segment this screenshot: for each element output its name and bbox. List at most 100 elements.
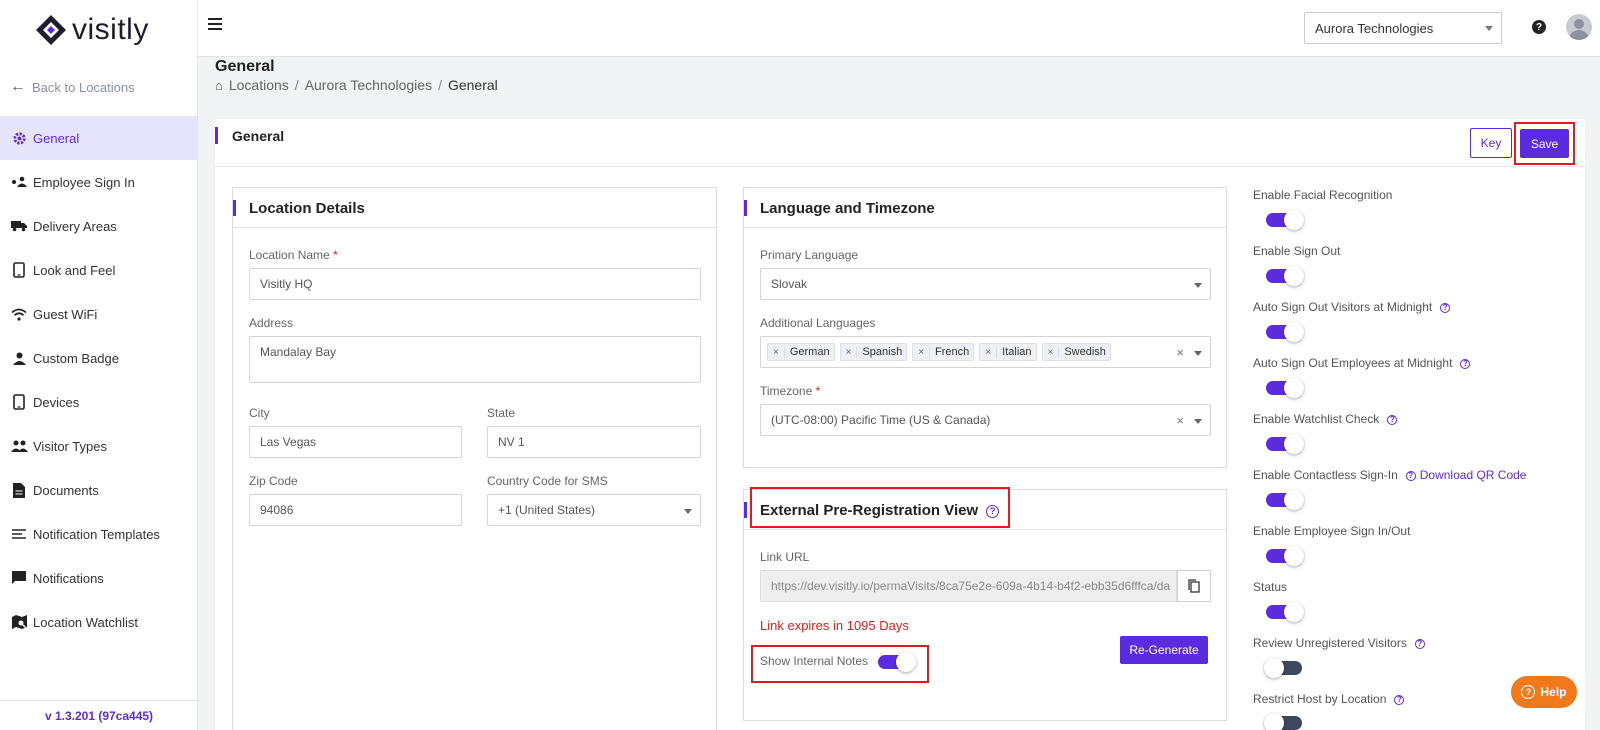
state-input[interactable]: NV 1	[487, 426, 701, 458]
timezone-select[interactable]: (UTC-08:00) Pacific Time (US & Canada) ×	[760, 404, 1211, 436]
link-url-input[interactable]: https://dev.visitly.io/permaVisits/8ca75…	[760, 570, 1177, 602]
breadcrumb-locations[interactable]: Locations	[229, 77, 289, 93]
sidebar-item-notification-templates[interactable]: Notification Templates	[0, 512, 198, 556]
contactless-signin-toggle[interactable]	[1266, 490, 1304, 510]
country-code-label: Country Code for SMS	[487, 474, 608, 488]
sidebar-item-delivery-areas[interactable]: Delivery Areas	[0, 204, 198, 248]
logo-mark-icon	[34, 13, 68, 47]
location-name-input[interactable]: Visitly HQ	[249, 268, 701, 300]
link-expiry-text: Link expires in 1095 Days	[760, 618, 909, 633]
help-circle-icon: ?	[1521, 685, 1536, 699]
breadcrumb-current: General	[447, 77, 498, 93]
sidebar-item-label: Delivery Areas	[33, 218, 117, 234]
employee-signin-toggle[interactable]	[1266, 546, 1304, 566]
remove-tag-icon[interactable]: ×	[913, 346, 931, 358]
facial-recognition-toggle[interactable]	[1266, 210, 1304, 230]
home-icon[interactable]: ⌂	[215, 78, 223, 93]
primary-language-value: Slovak	[771, 277, 808, 291]
address-textarea[interactable]: Mandalay Bay	[249, 336, 701, 383]
sidebar-item-label: Employee Sign In	[33, 174, 135, 190]
app-version: v 1.3.201 (97ca445)	[0, 700, 198, 730]
copy-icon	[1188, 579, 1200, 593]
sidebar-item-look-and-feel[interactable]: Look and Feel	[0, 248, 198, 292]
auto-signout-visitors-toggle[interactable]	[1266, 322, 1304, 342]
sidebar-item-label: Location Watchlist	[33, 614, 139, 630]
copy-link-button[interactable]	[1177, 570, 1211, 602]
help-circle-icon[interactable]: ?	[1414, 638, 1425, 649]
download-qr-code-link[interactable]: Download QR Code	[1420, 468, 1527, 482]
setting-label-with-help: Auto Sign Out Employees at Midnight?	[1253, 356, 1471, 370]
breadcrumb-org[interactable]: Aurora Technologies	[305, 77, 432, 93]
card-header: General Key Save	[215, 119, 1585, 167]
key-button[interactable]: Key	[1470, 128, 1512, 158]
topbar: Aurora Technologies ?	[198, 0, 1600, 57]
clear-icon[interactable]: ×	[1176, 413, 1184, 428]
city-input[interactable]: Las Vegas	[249, 426, 462, 458]
language-tag: × Swedish	[1041, 343, 1111, 361]
zip-input[interactable]: 94086	[249, 494, 462, 526]
sidebar-item-label: Visitor Types	[33, 438, 107, 454]
restrict-host-toggle[interactable]	[1264, 713, 1302, 730]
user-avatar[interactable]	[1566, 14, 1592, 40]
help-fab-label: Help	[1540, 685, 1567, 699]
regenerate-button[interactable]: Re-Generate	[1120, 636, 1208, 664]
sidebar-item-guest-wifi[interactable]: Guest WiFi	[0, 292, 198, 336]
status-toggle[interactable]	[1266, 602, 1304, 622]
country-code-select[interactable]: +1 (United States)	[487, 494, 701, 526]
sidebar-item-general[interactable]: General	[0, 116, 198, 160]
sidebar-item-label: Devices	[33, 394, 80, 410]
timezone-value: (UTC-08:00) Pacific Time (US & Canada)	[771, 413, 991, 427]
internal-notes-highlight	[751, 645, 929, 683]
additional-languages-label: Additional Languages	[760, 316, 876, 330]
pre-registration-title-highlight	[750, 487, 1010, 528]
help-circle-icon[interactable]: ?	[1394, 694, 1405, 705]
document-icon	[10, 481, 28, 499]
remove-tag-icon[interactable]: ×	[841, 346, 858, 358]
setting-label-with-help: Review Unregistered Visitors?	[1253, 636, 1425, 650]
chevron-down-icon	[1485, 26, 1493, 31]
remove-tag-icon[interactable]: ×	[1043, 346, 1060, 358]
sidebar-item-documents[interactable]: Documents	[0, 468, 198, 512]
location-details-title: Location Details	[249, 200, 365, 217]
remove-tag-icon[interactable]: ×	[768, 346, 785, 358]
clear-icon[interactable]: ×	[1176, 345, 1184, 360]
language-timezone-title: Language and Timezone	[760, 200, 935, 217]
back-to-locations-link[interactable]: ← Back to Locations	[10, 78, 135, 96]
watchlist-check-toggle[interactable]	[1266, 434, 1304, 454]
sidebar-item-label: Notification Templates	[33, 526, 160, 542]
link-url-label: Link URL	[760, 550, 810, 564]
help-fab-button[interactable]: ? Help	[1511, 676, 1577, 708]
sidebar-item-devices[interactable]: Devices	[0, 380, 198, 424]
hamburger-menu-icon[interactable]	[208, 18, 222, 32]
person-icon	[10, 349, 28, 367]
remove-tag-icon[interactable]: ×	[980, 346, 998, 358]
help-circle-icon[interactable]: ?	[1405, 470, 1416, 481]
setting-label: Enable Sign Out	[1253, 244, 1341, 258]
device-icon	[10, 393, 28, 411]
review-unregistered-toggle[interactable]	[1264, 658, 1302, 678]
zip-label: Zip Code	[249, 474, 298, 488]
help-circle-icon[interactable]: ?	[1440, 302, 1451, 313]
help-question-icon[interactable]: ?	[1532, 20, 1546, 34]
sidebar-item-employee-sign-in[interactable]: Employee Sign In	[0, 160, 198, 204]
language-tag: × Italian	[979, 343, 1037, 361]
auto-signout-employees-toggle[interactable]	[1266, 378, 1304, 398]
chevron-down-icon	[1194, 419, 1202, 424]
save-button[interactable]: Save	[1520, 129, 1569, 158]
organization-select[interactable]: Aurora Technologies	[1304, 12, 1502, 44]
additional-languages-select[interactable]: × German × Spanish × French × Italian × Swedi…	[760, 336, 1211, 368]
sidebar-item-notifications[interactable]: Notifications	[0, 556, 198, 600]
primary-language-label: Primary Language	[760, 248, 859, 262]
employee-signin-icon	[10, 173, 28, 191]
country-code-value: +1 (United States)	[498, 503, 596, 517]
primary-language-select[interactable]: Slovak	[760, 268, 1211, 300]
sidebar-item-label: Custom Badge	[33, 350, 119, 366]
sign-out-toggle[interactable]	[1266, 266, 1304, 286]
sidebar-item-location-watchlist[interactable]: Location Watchlist	[0, 600, 198, 644]
help-circle-icon[interactable]: ?	[1387, 414, 1398, 425]
location-details-panel: Location Details Location Name * Visitly…	[232, 187, 717, 730]
help-circle-icon[interactable]: ?	[1460, 358, 1471, 369]
sidebar-item-visitor-types[interactable]: Visitor Types	[0, 424, 198, 468]
visitly-logo[interactable]: visitly	[34, 10, 149, 50]
sidebar-item-custom-badge[interactable]: Custom Badge	[0, 336, 198, 380]
